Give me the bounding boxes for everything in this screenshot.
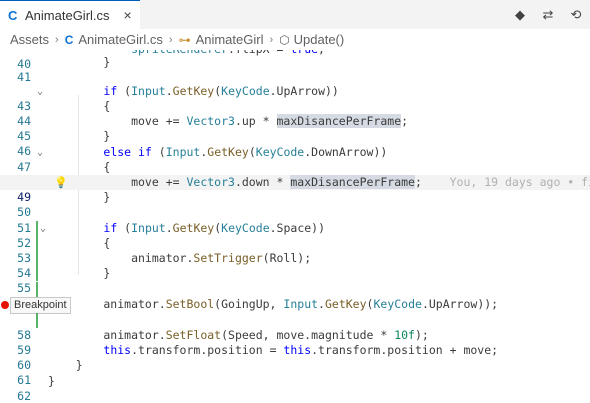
code-line-59: 59 animator.SetFloat(Speed, move.magnitu… [0,328,590,357]
git-change-marker[interactable] [36,313,38,328]
breadcrumb-method[interactable]: ⬡ Update() [279,32,344,47]
git-change-marker[interactable] [36,221,38,236]
code-text: if (Input.GetKey(KeyCode.UpArrow)) [103,84,339,98]
code-line-55: 55 } [0,266,590,295]
breadcrumb-method-label: Update() [293,32,345,47]
git-change-marker[interactable] [36,282,38,297]
csharp-file-icon: C [8,7,18,23]
code-editor[interactable]: 40 spriteRenderer.flipX = true; 41 } 43 … [0,50,590,403]
chevron-right-icon: › [269,33,274,46]
code-line-60: 60 this.transform.position = this.transf… [0,343,590,372]
code-text: } [48,190,111,204]
code-line-49: 49 💡 move += Vector3.down * maxDisancePe… [0,175,590,204]
chevron-right-icon: › [168,33,173,46]
line-number: 62 [17,389,31,403]
git-change-marker[interactable] [36,251,38,266]
tab-label: AnimateGirl.cs [25,7,110,23]
code-line-61: 61 } [0,358,590,387]
code-line-43: 43 ⌄ if (Input.GetKey(KeyCode.UpArrow)) [0,84,590,113]
code-line-50: 50 } [0,190,590,219]
breadcrumb-file-label: AnimateGirl.cs [78,32,163,47]
close-icon[interactable]: × [124,7,132,23]
editor-tab[interactable]: C AnimateGirl.cs × [0,0,140,29]
code-line-47: 47 ⌄ else if (Input.GetKey(KeyCode.DownA… [0,145,590,174]
code-line-58: 58 [0,313,590,342]
code-text: animator.SetFloat(Speed, move.magnitude … [48,328,429,342]
chevron-down-icon[interactable]: ⌄ [40,221,46,236]
csharp-file-icon: C [64,32,74,47]
code-line-48: 48 { [0,160,590,189]
git-change-marker[interactable] [36,266,38,281]
code-text: } [48,129,111,143]
code-text: animator.SetBool(GoingUp, Input.GetKey(K… [48,297,499,311]
code-line-53: 53 { [0,236,590,265]
code-text: } [48,374,55,388]
breadcrumb-assets[interactable]: Assets [10,32,49,47]
code-text: move += Vector3.up * maxDisancePerFrame; [48,114,409,128]
code-line-57: Breakpoint animator.SetBool(GoingUp, Inp… [0,297,590,314]
code-text: } [48,55,111,69]
code-text: this.transform.position = this.transform… [103,343,499,357]
breadcrumb-file[interactable]: C AnimateGirl.cs [65,32,163,47]
chevron-down-icon[interactable]: ⌄ [37,145,43,160]
git-change-marker[interactable] [36,236,38,251]
code-line-51: 51 [0,206,590,235]
code-line-52: 52 ⌄ if (Input.GetKey(KeyCode.Space)) [0,221,590,250]
split-compare-icon[interactable]: ⇄ [534,0,562,29]
revert-icon[interactable]: ⟲ [562,0,590,29]
tab-bar: C AnimateGirl.cs × ◆ ⇄ ⟲ [0,0,590,29]
code-line-56: 56 [0,282,590,311]
editor-actions: ◆ ⇄ ⟲ [506,0,590,29]
code-line-54: 54 animator.SetTrigger(Roll); [0,251,590,280]
git-blame-annotation: You, 19 days ago • first co [449,175,590,189]
breadcrumb-class-label: AnimateGirl [195,32,264,47]
code-text: else if (Input.GetKey(KeyCode.DownArrow)… [103,145,388,159]
method-symbol-icon: ⬡ [279,32,290,47]
code-text: move += Vector3.down * maxDisancePerFram… [48,175,590,190]
class-symbol-icon: ⊶ [178,32,191,47]
breadcrumb-class[interactable]: ⊶ AnimateGirl [179,32,264,47]
breadcrumb: Assets › C AnimateGirl.cs › ⊶ AnimateGir… [0,29,590,50]
code-text: } [48,358,83,372]
line-number: 41 [17,70,31,84]
code-text: if (Input.GetKey(KeyCode.Space)) [103,221,326,235]
code-line-46: 46 } [0,129,590,158]
code-text: } [48,266,111,280]
breakpoint-icon[interactable] [1,301,9,309]
chevron-right-icon: › [55,33,59,46]
code-text: { [48,236,111,250]
code-line-45: 45 move += Vector3.up * maxDisancePerFra… [0,114,590,143]
code-text: { [48,99,111,113]
chevron-down-icon[interactable]: ⌄ [37,84,43,99]
code-line-44: 44 { [0,99,590,128]
code-text: { [48,160,111,174]
code-line-41: 41 } [0,55,590,84]
code-text: animator.SetTrigger(Roll); [48,251,312,265]
code-line-62: 62 } [0,374,590,403]
git-compare-icon[interactable]: ◆ [506,0,534,29]
